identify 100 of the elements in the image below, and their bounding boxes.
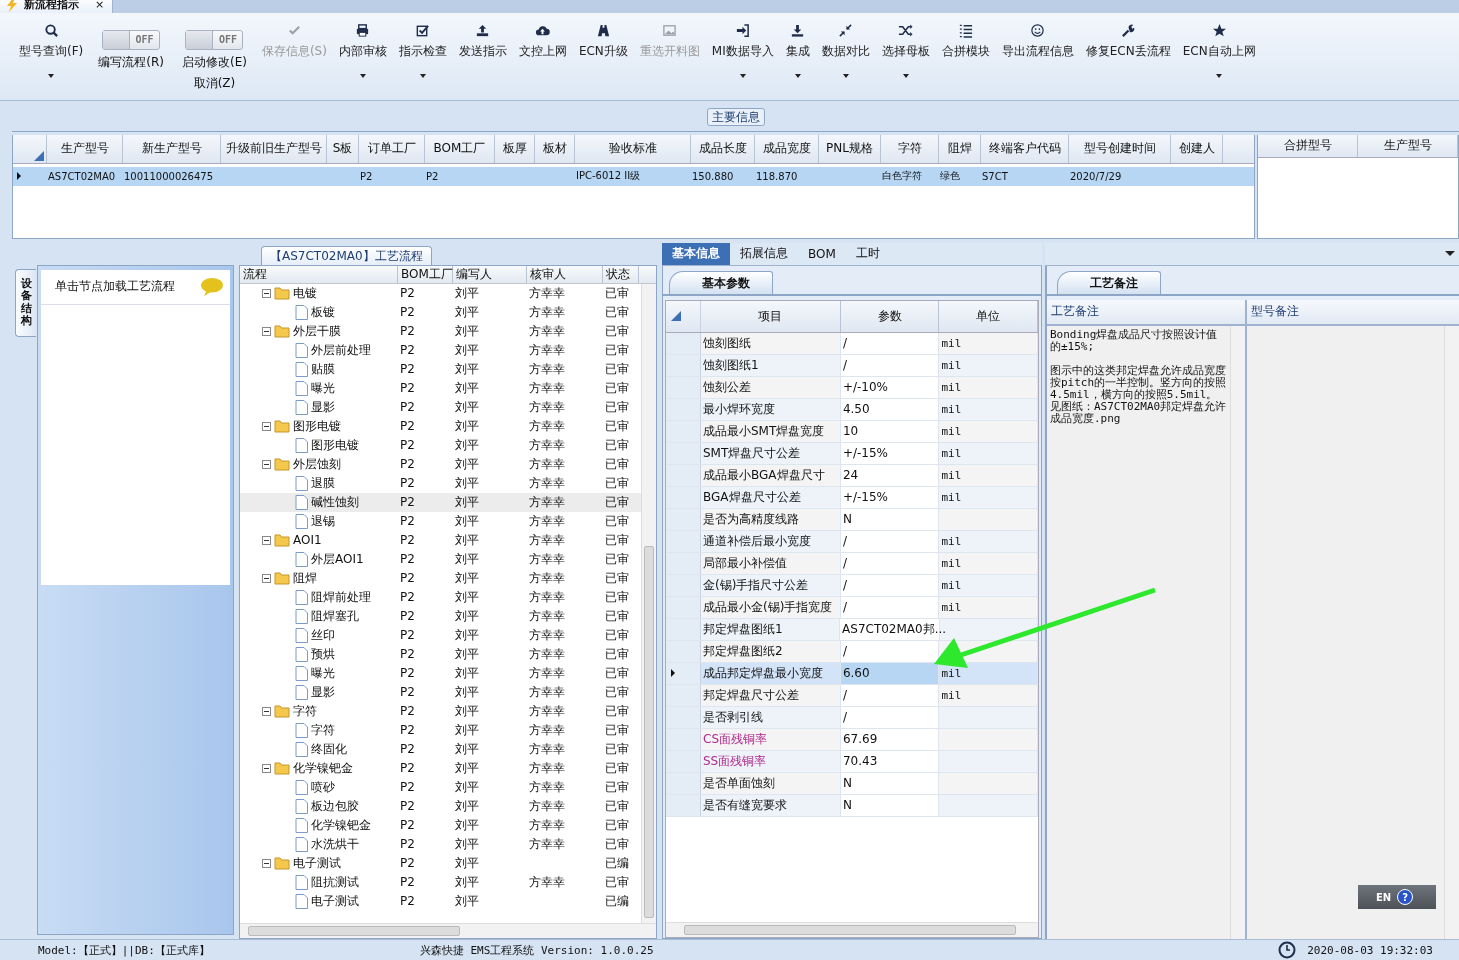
tree-row[interactable]: 曝光 P2 刘平 方幸幸 已审	[240, 378, 641, 398]
column-header[interactable]: 生产型号	[1383, 137, 1432, 155]
toggle-switch[interactable]: OFF	[185, 29, 244, 50]
table-row[interactable]: CS面残铜率 67.69	[666, 728, 1038, 751]
table-row[interactable]: 局部最小补偿值 / mil	[666, 552, 1038, 575]
collapse-icon[interactable]	[262, 326, 271, 336]
tab[interactable]: 基本信息	[662, 242, 730, 265]
tree-row[interactable]: 退膜 P2 刘平 方幸幸 已审	[240, 473, 641, 493]
toolbar-button[interactable]: 发送指示	[453, 12, 512, 90]
tree-row[interactable]: 板边包胶 P2 刘平 方幸幸 已审	[240, 796, 641, 816]
column-header[interactable]: S板	[332, 140, 353, 158]
column-header[interactable]: 型号创建时间	[1083, 140, 1156, 158]
column-header[interactable]: 新生产型号	[141, 140, 202, 158]
vertical-scrollbar[interactable]	[641, 283, 656, 924]
collapse-icon[interactable]	[262, 763, 271, 773]
column-header[interactable]: 阻焊	[947, 140, 972, 158]
column-header[interactable]: 成品宽度	[762, 140, 811, 158]
column-header[interactable]: 合拼型号	[1283, 137, 1332, 155]
tree-row[interactable]: 贴膜 P2 刘平 方幸幸 已审	[240, 359, 641, 379]
collapse-icon[interactable]	[262, 573, 271, 583]
column-header[interactable]: 编写人	[456, 265, 492, 283]
help-button[interactable]: ?	[1397, 889, 1414, 905]
horizontal-scrollbar[interactable]	[240, 923, 656, 939]
tree-row[interactable]: 阻焊塞孔 P2 刘平 方幸幸 已审	[240, 606, 641, 626]
tab[interactable]: 工时	[845, 242, 890, 265]
table-row[interactable]: 蚀刻公差 +/-10% mil	[666, 376, 1038, 399]
collapse-icon[interactable]	[262, 535, 271, 545]
tree-row[interactable]: AOI1 P2 刘平 方幸幸 已审	[240, 530, 641, 550]
tree-row[interactable]: 电子测试 P2 刘平 已编	[240, 891, 641, 911]
tree-row[interactable]: 外层前处理 P2 刘平 方幸幸 已审	[240, 340, 641, 360]
toggle-switch[interactable]: OFF	[102, 29, 161, 50]
tree-row[interactable]: 碱性蚀刻 P2 刘平 方幸幸 已审	[240, 492, 641, 512]
toolbar-button[interactable]: 数据对比	[816, 12, 875, 90]
table-row[interactable]: 邦定焊盘尺寸公差 / mil	[666, 684, 1038, 707]
column-header[interactable]: BOM工厂	[433, 140, 486, 158]
tree-row[interactable]: 丝印 P2 刘平 方幸幸 已审	[240, 625, 641, 645]
column-header[interactable]: 参数	[877, 307, 902, 325]
tree-row[interactable]: 水洗烘干 P2 刘平 方幸幸 已审	[240, 834, 641, 854]
tree-row[interactable]: 外层AOI1 P2 刘平 方幸幸 已审	[240, 549, 641, 569]
column-header[interactable]: 创建人	[1178, 140, 1215, 158]
collapse-icon[interactable]	[262, 288, 271, 298]
table-row[interactable]: 通道补偿后最小宽度 / mil	[666, 530, 1038, 553]
tree-row[interactable]: 预烘 P2 刘平 方幸幸 已审	[240, 644, 641, 664]
tree-row[interactable]: 图形电镀 P2 刘平 方幸幸 已审	[240, 435, 641, 455]
table-row[interactable]: 是否单面蚀刻 N	[666, 772, 1038, 795]
toolbar-button[interactable]: 文控上网	[513, 12, 572, 90]
table-row[interactable]: 成品最小SMT焊盘宽度 10 mil	[666, 420, 1038, 443]
table-row[interactable]: 成品最小BGA焊盘尺寸 24 mil	[666, 464, 1038, 487]
collapse-icon[interactable]	[262, 706, 271, 716]
toolbar-button[interactable]: 合拼模块	[936, 12, 995, 90]
table-row[interactable]: 金(锡)手指尺寸公差 / mil	[666, 574, 1038, 597]
dropdown-caret-icon[interactable]	[1445, 251, 1455, 256]
column-header[interactable]: 验收标准	[608, 140, 657, 158]
table-row[interactable]: 蚀刻图纸1 / mil	[666, 354, 1038, 377]
column-header[interactable]: 成品长度	[698, 140, 747, 158]
tree-row[interactable]: 显影 P2 刘平 方幸幸 已审	[240, 397, 641, 417]
tree-row[interactable]: 显影 P2 刘平 方幸幸 已审	[240, 682, 641, 702]
side-tab[interactable]: 设备结构	[15, 268, 36, 337]
sub-tab[interactable]: 工艺备注	[1057, 270, 1161, 294]
tree-row[interactable]: 阻抗测试 P2 刘平 方幸幸 已审	[240, 872, 641, 892]
table-row[interactable]: SS面残铜率 70.43	[666, 750, 1038, 773]
tree-row[interactable]: 电镀 P2 刘平 方幸幸 已审	[240, 283, 641, 303]
tab[interactable]: 拓展信息	[730, 242, 798, 265]
tab[interactable]: BOM	[798, 242, 846, 265]
tree-row[interactable]: 字符 P2 刘平 方幸幸 已审	[240, 701, 641, 721]
toolbar-button[interactable]: MI数据导入	[706, 12, 779, 90]
column-header[interactable]: 字符	[897, 140, 922, 158]
tree-row[interactable]: 化学镍钯金 P2 刘平 方幸幸 已审	[240, 815, 641, 835]
table-row[interactable]: 成品最小金(锡)手指宽度 / mil	[666, 596, 1038, 619]
column-header[interactable]: 单位	[976, 307, 1001, 325]
column-header[interactable]: 订单工厂	[367, 140, 416, 158]
toolbar-button[interactable]: 指示检查	[393, 12, 452, 90]
sub-tab[interactable]: 基本参数	[669, 270, 773, 294]
table-row[interactable]: 是否为高精度线路 N	[666, 508, 1038, 531]
table-row[interactable]: 成品邦定焊盘最小宽度 6.60 mil	[666, 662, 1038, 685]
toolbar-button[interactable]: 修复ECN丢流程	[1080, 12, 1176, 90]
close-button[interactable]: ×	[95, 0, 105, 12]
tree-row[interactable]: 外层蚀刻 P2 刘平 方幸幸 已审	[240, 454, 641, 474]
column-header[interactable]: 生产型号	[60, 140, 109, 158]
panel-tab[interactable]: 【AS7CT02MA0】工艺流程	[261, 245, 432, 265]
tree-row[interactable]: 曝光 P2 刘平 方幸幸 已审	[240, 663, 641, 683]
column-header[interactable]: 板材	[542, 140, 567, 158]
collapse-icon[interactable]	[262, 421, 271, 431]
table-row[interactable]: 蚀刻图纸 / mil	[666, 332, 1038, 355]
tree-row[interactable]: 阻焊前处理 P2 刘平 方幸幸 已审	[240, 587, 641, 607]
table-row[interactable]: AS7CT02MA0 10011000026475 P2 P2 IPC-6012 II级 150.880 118.870 白色字符 绿色 S7CT 2020/7/29	[13, 166, 1254, 186]
tree-row[interactable]: 外层干膜 P2 刘平 方幸幸 已审	[240, 321, 641, 341]
toolbar-button[interactable]: 内部审核	[333, 12, 392, 90]
tree-row[interactable]: 电子测试 P2 刘平 已编	[240, 853, 641, 873]
column-header[interactable]: 板厚	[502, 140, 527, 158]
horizontal-scrollbar[interactable]	[666, 922, 1038, 938]
tree-row[interactable]: 图形电镀 P2 刘平 方幸幸 已审	[240, 416, 641, 436]
toolbar-button[interactable]: 导出流程信息	[996, 12, 1079, 90]
tree-row[interactable]: 化学镍钯金 P2 刘平 方幸幸 已审	[240, 758, 641, 778]
column-header[interactable]: 终端客户代码	[988, 140, 1061, 158]
toolbar-button[interactable]: 型号查询(F)	[14, 12, 89, 90]
table-row[interactable]: 是否剥引线 /	[666, 706, 1038, 729]
table-row[interactable]: 是否有缝宽要求 N	[666, 794, 1038, 817]
toolbar-button[interactable]: ECN自动上网	[1177, 12, 1261, 90]
column-header[interactable]: 项目	[758, 307, 783, 325]
